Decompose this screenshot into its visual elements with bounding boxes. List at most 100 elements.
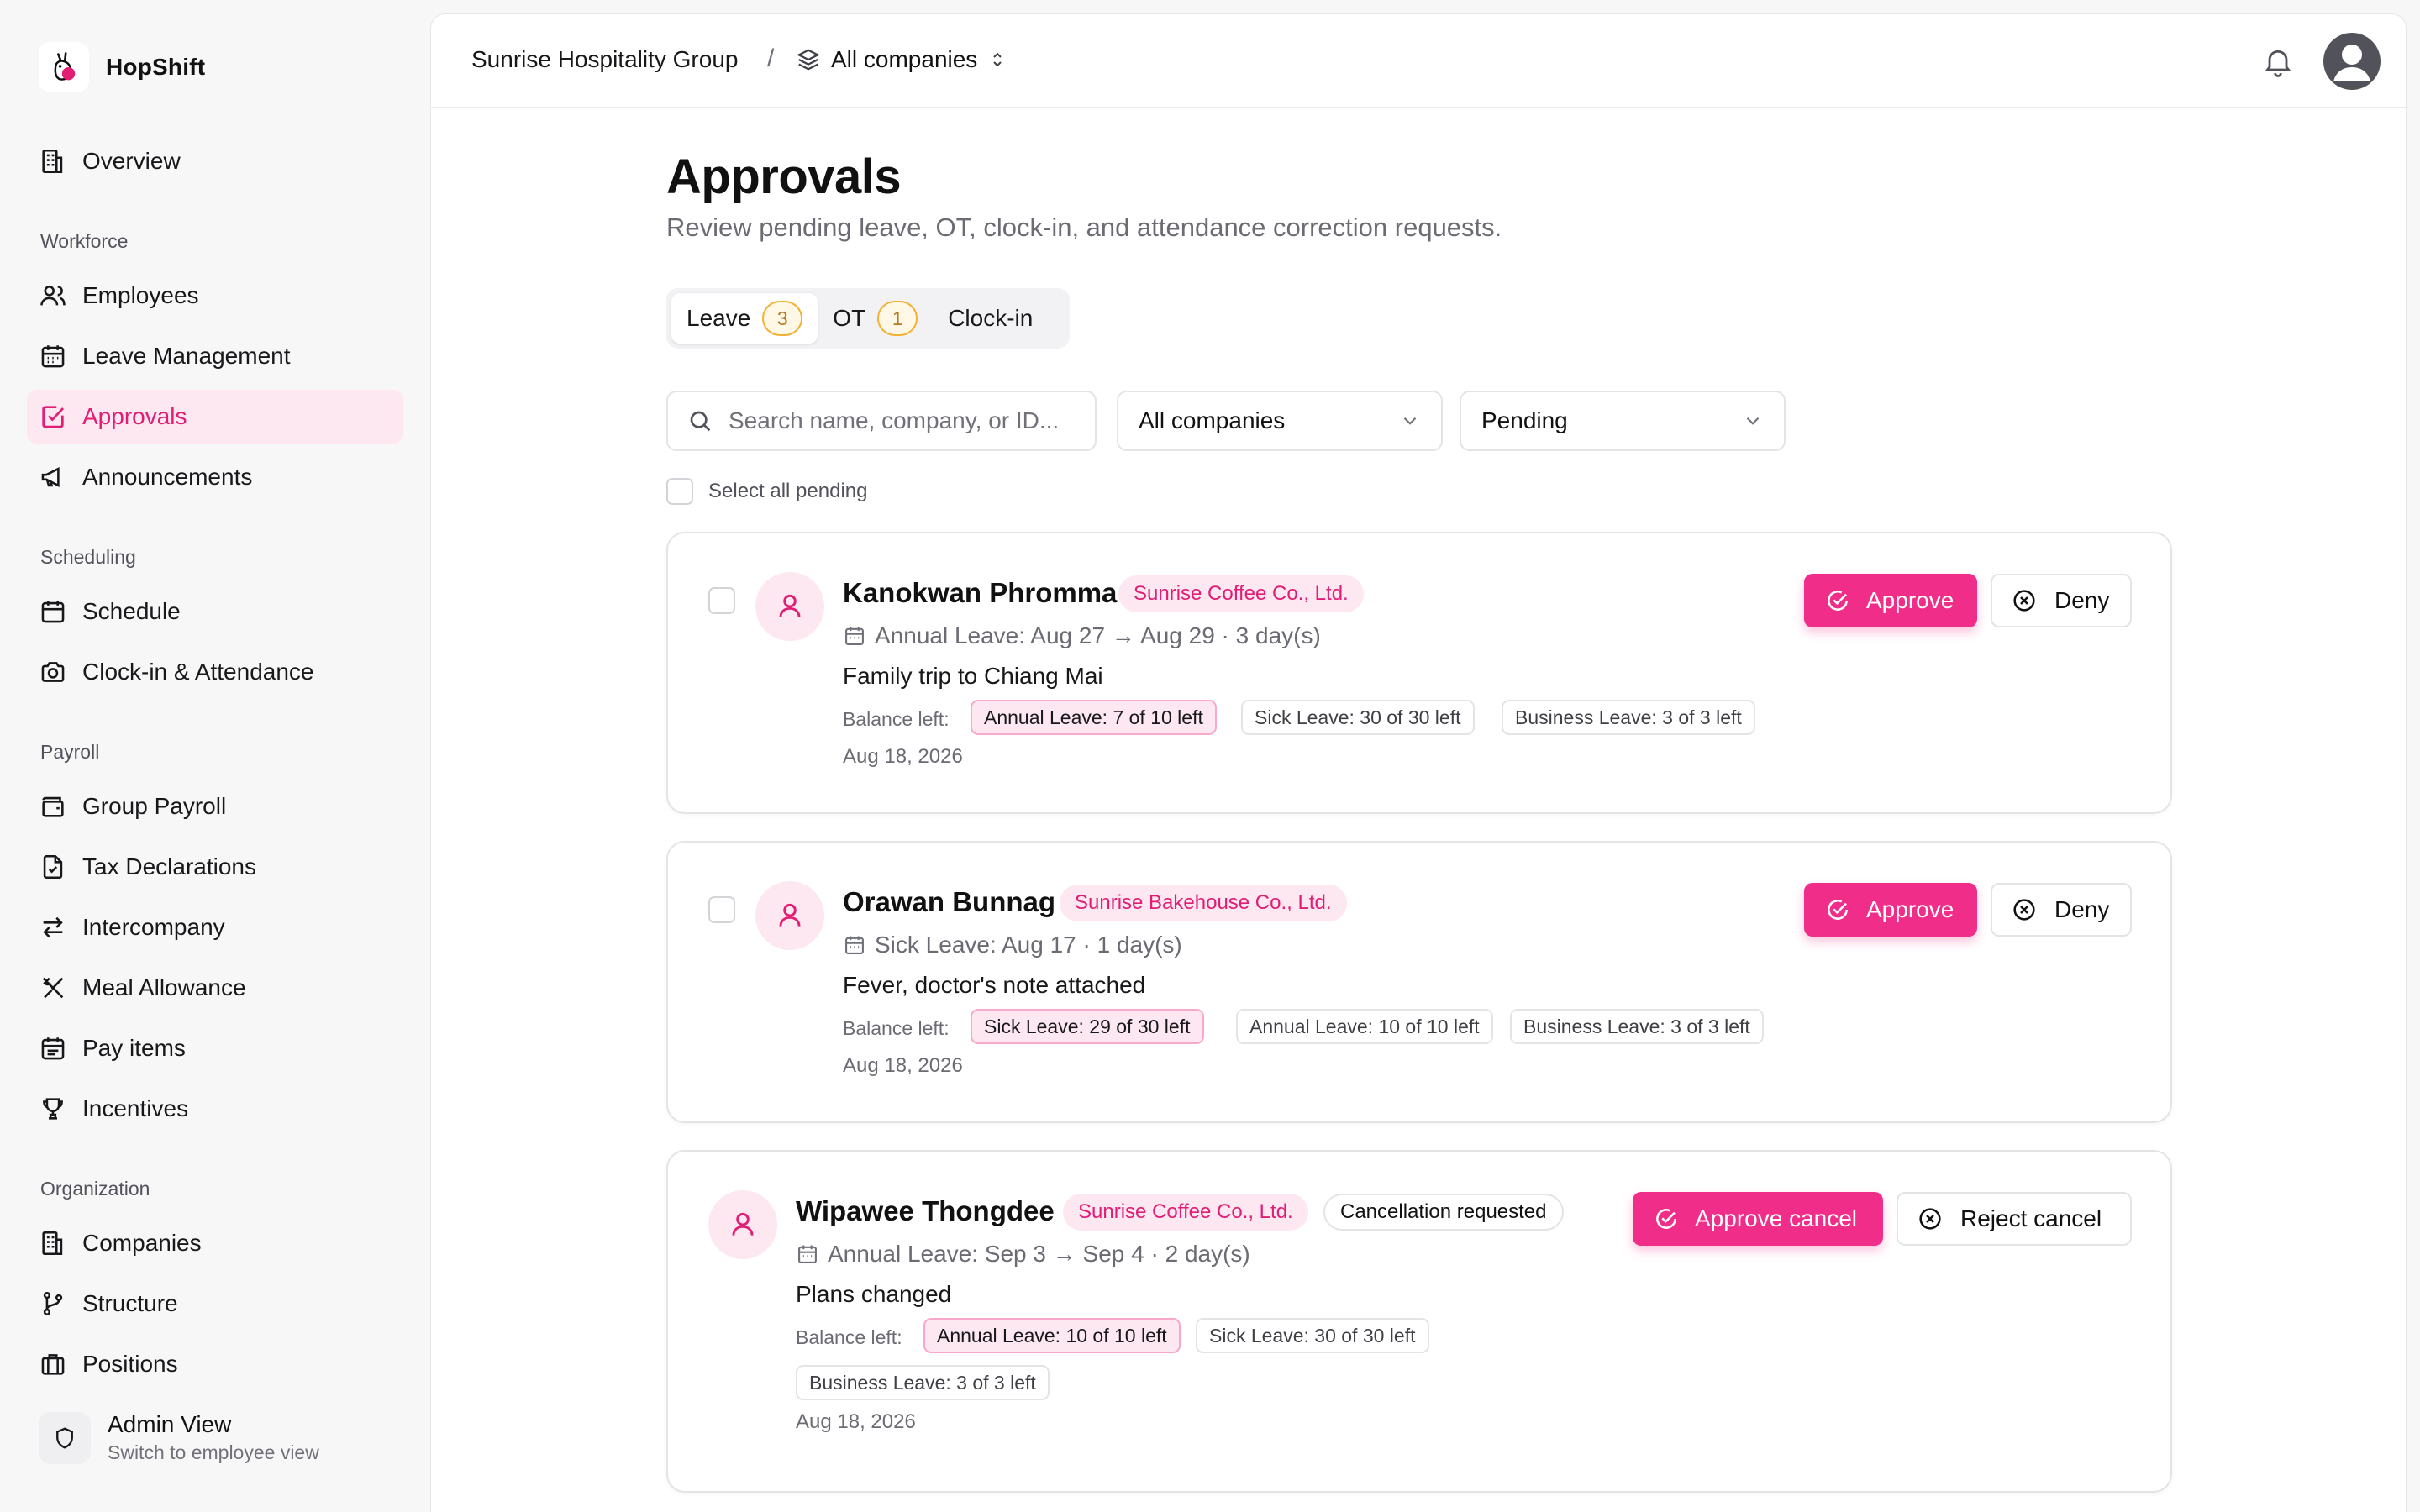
sidebar-item-label: Incentives (82, 1095, 189, 1121)
calendar-grid-icon (41, 345, 65, 368)
balance-chip: Business Leave: 3 of 3 left (1502, 700, 1755, 735)
person-icon (755, 881, 824, 950)
wallet-icon (42, 796, 64, 817)
approve-cancel-button[interactable]: Approve cancel (1633, 1192, 1883, 1246)
company-badge: Sunrise Coffee Co., Ltd. (1063, 1194, 1308, 1231)
x-circle-icon (2013, 590, 2035, 612)
building-icon (42, 1231, 63, 1256)
sidebar-item-label: Structure (82, 1290, 178, 1316)
select-all-checkbox[interactable] (666, 478, 693, 505)
calendar-list-icon (41, 1037, 65, 1060)
reject-cancel-label: Reject cancel (1960, 1205, 2102, 1231)
deny-button[interactable]: Deny (1991, 574, 2132, 627)
sidebar-item-clock-in-attendance[interactable]: Clock-in & Attendance (27, 645, 403, 699)
trophy-icon (43, 1098, 63, 1120)
sidebar-item-schedule[interactable]: Schedule (27, 585, 403, 638)
approve-button[interactable]: Approve (1804, 574, 1977, 627)
sidebar: HopShift Overview Workforce Employees Le… (0, 0, 427, 1512)
select-all-pending[interactable]: Select all pending (666, 478, 867, 505)
sidebar-item-meal-allowance[interactable]: Meal Allowance (27, 961, 403, 1015)
leave-details: Sick Leave: Aug 17 · 1 day(s) (843, 932, 1182, 958)
tab-ot[interactable]: OT 1 (818, 293, 933, 344)
sidebar-item-label: Group Payroll (82, 793, 227, 819)
balance-chip: Business Leave: 3 of 3 left (796, 1365, 1050, 1400)
shield-icon (39, 1411, 91, 1464)
sidebar-item-tax-declarations[interactable]: Tax Declarations (27, 840, 403, 894)
search-icon (690, 411, 711, 432)
request-card: Kanokwan Phromma Sunrise Coffee Co., Ltd… (666, 532, 2172, 814)
topbar: Sunrise Hospitality Group / All companie… (431, 14, 2406, 108)
sidebar-item-label: Approvals (82, 403, 187, 429)
search-box (666, 391, 1097, 451)
tab-label: OT (833, 305, 866, 331)
sidebar-item-positions[interactable]: Positions (27, 1337, 403, 1391)
sidebar-item-approvals[interactable]: Approvals (27, 390, 403, 444)
sidebar-item-incentives[interactable]: Incentives (27, 1082, 403, 1136)
section-organization: Organization (40, 1178, 150, 1200)
balance-chip: Sick Leave: 30 of 30 left (1196, 1318, 1429, 1353)
notification-bell-icon[interactable] (2261, 45, 2295, 78)
sidebar-item-group-payroll[interactable]: Group Payroll (27, 780, 403, 833)
request-date: Aug 18, 2026 (796, 1410, 916, 1433)
company-switcher[interactable]: All companies (796, 39, 1007, 80)
company-switcher-label: All companies (831, 46, 978, 72)
request-checkbox[interactable] (708, 587, 735, 614)
tab-count-badge: 1 (877, 301, 918, 336)
search-input[interactable] (729, 407, 1065, 434)
sidebar-item-label: Overview (82, 148, 181, 174)
sidebar-item-employees[interactable]: Employees (27, 269, 403, 323)
chevrons-up-down-icon (993, 52, 1002, 67)
chevron-down-icon (1403, 417, 1417, 425)
brand[interactable]: HopShift (39, 42, 205, 92)
sidebar-item-label: Positions (82, 1351, 178, 1377)
file-check-icon (43, 854, 63, 879)
tab-clock-in[interactable]: Clock-in (933, 293, 1048, 344)
leave-details-text: Sick Leave: Aug 17 · 1 day(s) (875, 932, 1182, 958)
user-avatar[interactable] (2323, 33, 2381, 90)
balance-chip: Business Leave: 3 of 3 left (1510, 1009, 1764, 1044)
git-branch-icon (43, 1291, 63, 1316)
sidebar-item-announcements[interactable]: Announcements (27, 450, 403, 504)
approve-button[interactable]: Approve (1804, 883, 1977, 937)
balance-chip: Sick Leave: 30 of 30 left (1241, 700, 1475, 735)
sidebar-item-companies[interactable]: Companies (27, 1216, 403, 1270)
leave-details-text: Annual Leave: Aug 27 → Aug 29 · 3 day(s) (875, 622, 1321, 648)
balance-chip: Sick Leave: 29 of 30 left (971, 1009, 1204, 1044)
sidebar-item-label: Tax Declarations (82, 853, 256, 879)
admin-view-switcher[interactable]: Admin View Switch to employee view (39, 1411, 319, 1464)
page-subtitle: Review pending leave, OT, clock-in, and … (666, 213, 1502, 242)
breadcrumb-org[interactable]: Sunrise Hospitality Group (471, 46, 738, 73)
employee-name: Kanokwan Phromma (843, 577, 1118, 608)
sidebar-item-label: Pay items (82, 1035, 186, 1061)
sidebar-item-leave-management[interactable]: Leave Management (27, 329, 403, 383)
balance-label: Balance left: (796, 1326, 902, 1348)
tab-leave[interactable]: Leave 3 (671, 293, 818, 344)
briefcase-icon (41, 1354, 65, 1375)
sidebar-item-label: Employees (82, 282, 199, 308)
brand-name: HopShift (106, 54, 206, 80)
deny-button-label: Deny (2054, 896, 2110, 922)
company-filter-select[interactable]: All companies (1117, 391, 1443, 451)
sidebar-item-structure[interactable]: Structure (27, 1277, 403, 1331)
sidebar-item-overview[interactable]: Overview (27, 134, 403, 188)
deny-button[interactable]: Deny (1991, 883, 2132, 937)
person-icon (755, 572, 824, 641)
request-date: Aug 18, 2026 (843, 745, 963, 768)
sidebar-item-label: Clock-in & Attendance (82, 659, 314, 685)
arrows-swap-icon (43, 916, 63, 938)
status-filter-value: Pending (1481, 407, 1568, 433)
check-circle-icon (1828, 591, 1848, 611)
status-filter-select[interactable]: Pending (1460, 391, 1786, 451)
request-checkbox[interactable] (708, 896, 735, 923)
section-workforce: Workforce (40, 230, 129, 252)
sidebar-item-label: Schedule (82, 598, 181, 624)
check-circle-icon (1656, 1209, 1676, 1229)
status-badge: Cancellation requested (1323, 1194, 1564, 1231)
sidebar-item-pay-items[interactable]: Pay items (27, 1021, 403, 1075)
sidebar-item-intercompany[interactable]: Intercompany (27, 900, 403, 954)
calendar-icon (41, 601, 65, 623)
reject-cancel-button[interactable]: Reject cancel (1897, 1192, 2132, 1246)
utensils-icon (42, 977, 64, 999)
camera-icon (41, 662, 65, 682)
company-filter-value: All companies (1139, 407, 1286, 433)
